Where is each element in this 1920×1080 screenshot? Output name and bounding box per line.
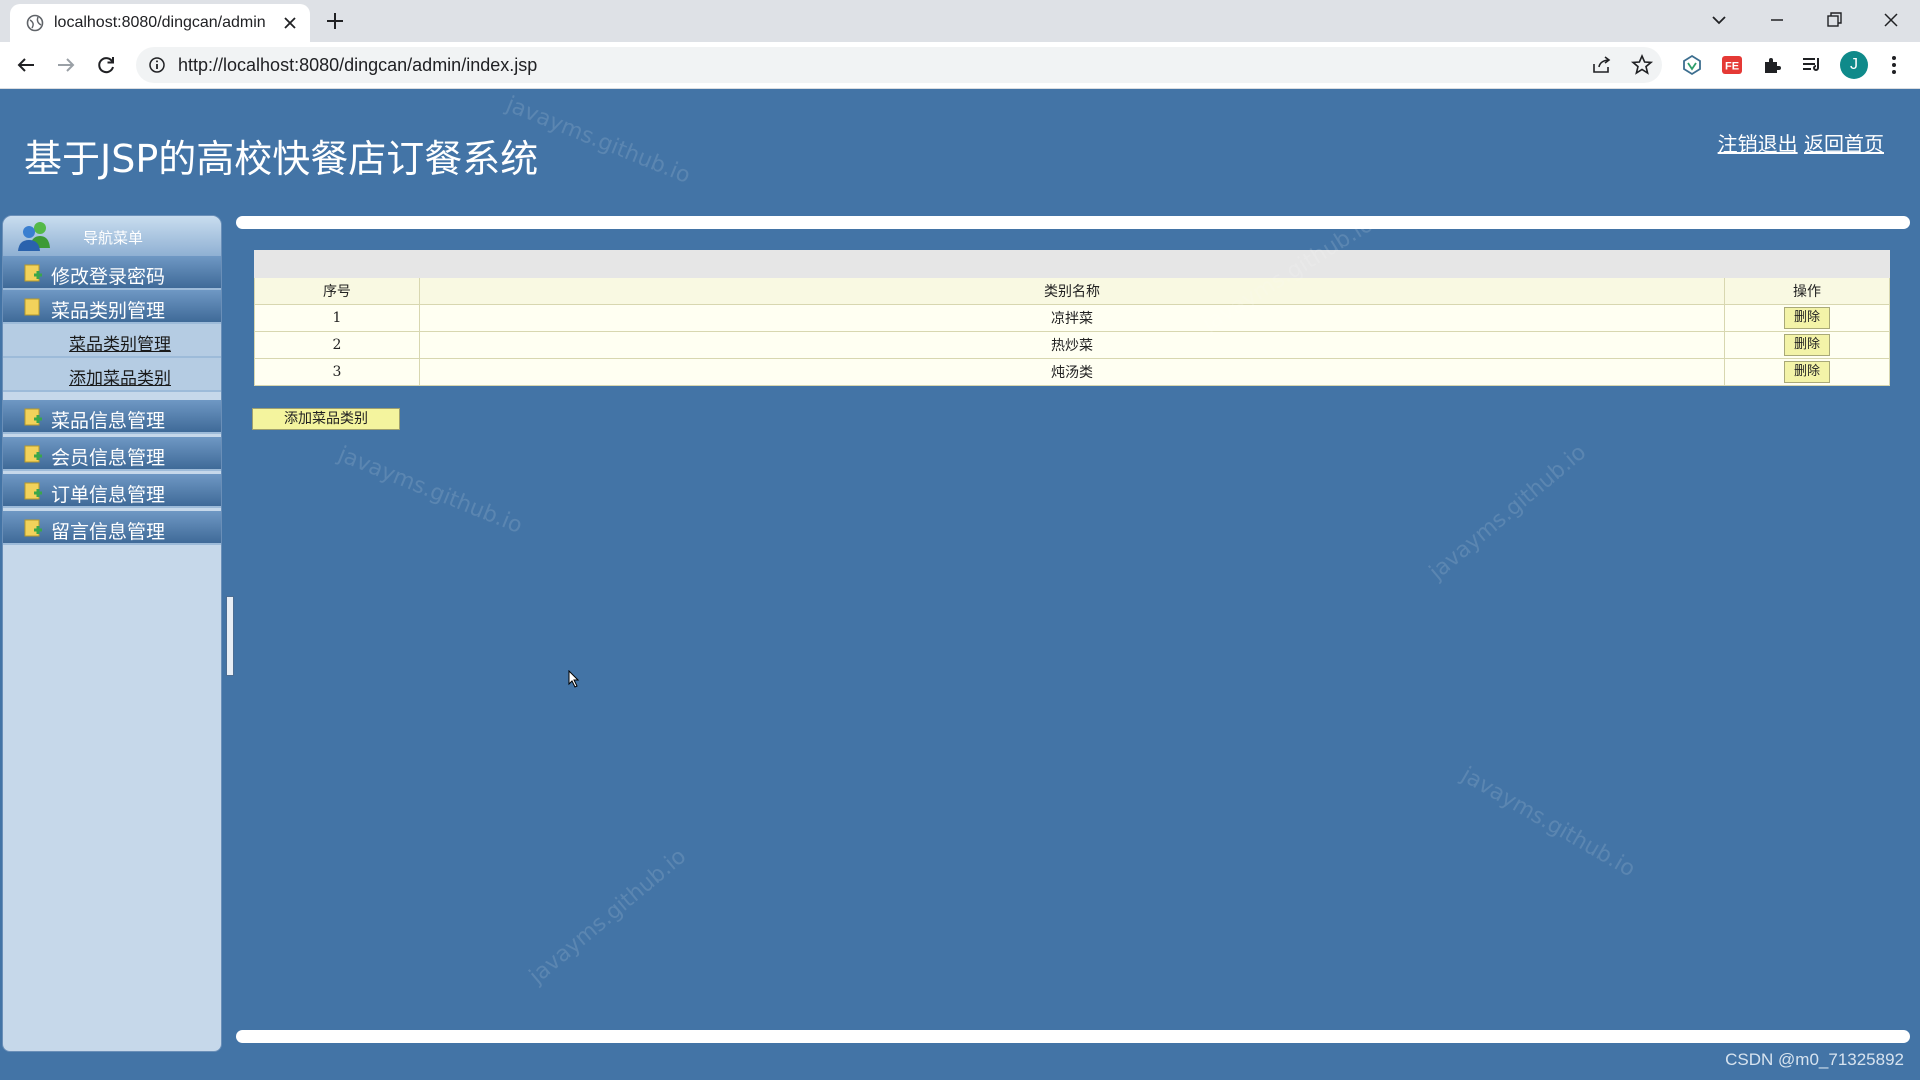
category-name: 凉拌菜 <box>418 304 1726 332</box>
menu-category-management[interactable]: 菜品类别管理 <box>3 290 221 324</box>
watermark: javayms.github.io <box>334 442 526 539</box>
address-bar[interactable]: http://localhost:8080/dingcan/admin/inde… <box>136 47 1662 83</box>
delete-button[interactable]: 删除 <box>1784 307 1831 329</box>
watermark: javayms.github.io <box>1456 762 1640 883</box>
site-info-icon[interactable] <box>148 56 166 74</box>
table-header-row: 序号 类别名称 操作 <box>254 277 1890 305</box>
menu-label: 订单信息管理 <box>51 484 166 506</box>
extension-vue-icon[interactable] <box>1680 53 1704 77</box>
menu-member-management[interactable]: 会员信息管理 <box>3 437 221 471</box>
bookmark-star-icon[interactable] <box>1630 53 1654 77</box>
submenu-link[interactable]: 菜品类别管理 <box>69 330 171 355</box>
column-header: 类别名称 <box>418 277 1726 305</box>
table-row: 2 热炒菜 删除 <box>254 331 1890 359</box>
row-actions: 删除 <box>1724 304 1890 332</box>
category-table: 序号 类别名称 操作 1 凉拌菜 删除 2 热炒菜 删除 3 炖汤类 删除 <box>254 250 1890 386</box>
folder-add-icon <box>24 519 42 537</box>
svg-text:FE: FE <box>1725 61 1739 73</box>
table-row: 1 凉拌菜 删除 <box>254 304 1890 332</box>
sidebar-header: 导航菜单 <box>3 216 221 257</box>
column-header: 操作 <box>1724 277 1890 305</box>
logout-link[interactable]: 注销退出 <box>1718 132 1798 156</box>
home-link[interactable]: 返回首页 <box>1804 132 1884 156</box>
window-close-icon[interactable] <box>1878 8 1904 32</box>
back-arrow-icon[interactable] <box>14 53 38 77</box>
new-tab-icon[interactable] <box>324 10 346 32</box>
folder-add-icon <box>24 264 42 282</box>
site-title: 基于JSP的高校快餐店订餐系统 <box>24 137 539 181</box>
footer-credit: CSDN @m0_71325892 <box>1725 1050 1904 1069</box>
row-actions: 删除 <box>1724 331 1890 359</box>
add-category-button[interactable]: 添加菜品类别 <box>252 408 400 430</box>
content-bottom-bar <box>236 1030 1910 1043</box>
row-number: 2 <box>254 331 420 359</box>
submenu-add-category: 添加菜品类别 <box>3 358 221 392</box>
browser-toolbar: http://localhost:8080/dingcan/admin/inde… <box>0 42 1920 89</box>
category-name: 炖汤类 <box>418 358 1726 386</box>
menu-order-management[interactable]: 订单信息管理 <box>3 474 221 508</box>
restore-icon[interactable] <box>1820 8 1846 32</box>
menu-dish-management[interactable]: 菜品信息管理 <box>3 400 221 434</box>
watermark: javayms.github.io <box>524 843 692 990</box>
sidebar-title: 导航菜单 <box>83 229 144 247</box>
menu-label: 菜品信息管理 <box>51 410 166 432</box>
mouse-cursor-icon <box>568 670 580 688</box>
users-icon <box>18 222 50 251</box>
menu-message-management[interactable]: 留言信息管理 <box>3 511 221 545</box>
delete-button[interactable]: 删除 <box>1784 334 1831 356</box>
row-number: 1 <box>254 304 420 332</box>
minimize-icon[interactable] <box>1764 8 1790 32</box>
close-icon[interactable] <box>280 13 300 33</box>
folder-icon <box>24 298 40 316</box>
menu-label: 菜品类别管理 <box>51 300 166 322</box>
table-row: 3 炖汤类 删除 <box>254 358 1890 386</box>
browser-tab[interactable]: localhost:8080/dingcan/admin <box>10 4 310 42</box>
row-number: 3 <box>254 358 420 386</box>
sidebar-toggle-handle[interactable] <box>226 596 234 676</box>
profile-avatar[interactable]: J <box>1840 51 1868 79</box>
menu-label: 留言信息管理 <box>51 521 166 543</box>
folder-add-icon <box>24 445 42 463</box>
extension-fe-icon[interactable]: FE <box>1720 53 1744 77</box>
delete-button[interactable]: 删除 <box>1784 361 1831 383</box>
extensions-puzzle-icon[interactable] <box>1760 53 1784 77</box>
row-actions: 删除 <box>1724 358 1890 386</box>
browser-tab-bar: localhost:8080/dingcan/admin <box>0 0 1920 42</box>
reload-icon[interactable] <box>94 53 118 77</box>
tab-search-chevron-icon[interactable] <box>1706 8 1732 32</box>
menu-label: 会员信息管理 <box>51 447 166 469</box>
share-icon[interactable] <box>1590 53 1614 77</box>
submenu-category-list: 菜品类别管理 <box>3 324 221 358</box>
header-links: 注销退出 返回首页 <box>1718 128 1884 157</box>
watermark: javayms.github.io <box>1424 439 1592 586</box>
more-menu-icon[interactable] <box>1882 53 1906 77</box>
tab-title: localhost:8080/dingcan/admin <box>54 14 266 31</box>
table-caption-row <box>254 250 1890 278</box>
category-name: 热炒菜 <box>418 331 1726 359</box>
globe-icon <box>26 14 44 32</box>
sidebar-nav: 导航菜单 修改登录密码 菜品类别管理 菜品类别管理 添加菜品类别 菜品信息管理 … <box>2 215 222 1052</box>
content-top-bar <box>236 216 1910 229</box>
reading-list-icon[interactable] <box>1800 53 1824 77</box>
forward-arrow-icon[interactable] <box>54 53 78 77</box>
menu-label: 修改登录密码 <box>51 266 166 288</box>
submenu-link[interactable]: 添加菜品类别 <box>69 364 171 389</box>
menu-change-password[interactable]: 修改登录密码 <box>3 256 221 290</box>
column-header: 序号 <box>254 277 420 305</box>
url-text: http://localhost:8080/dingcan/admin/inde… <box>178 55 538 75</box>
folder-add-icon <box>24 408 42 426</box>
folder-add-icon <box>24 482 42 500</box>
